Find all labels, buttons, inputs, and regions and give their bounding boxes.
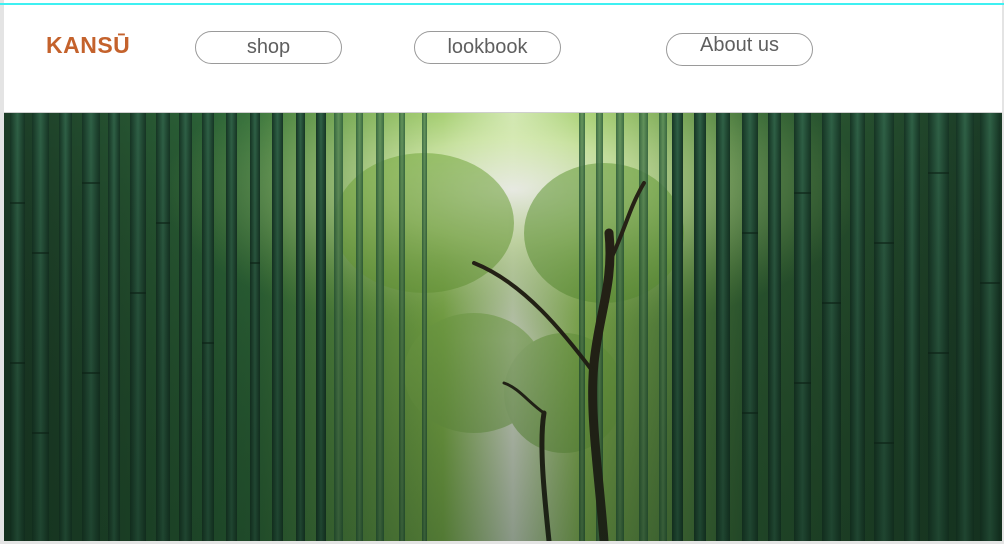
nav-shop-button[interactable]: shop <box>195 31 342 64</box>
site-header: KANSŪ shop lookbook About us <box>4 5 1002 113</box>
nav-lookbook-button[interactable]: lookbook <box>414 31 561 64</box>
bamboo-illustration <box>4 113 1002 541</box>
hero-bamboo-image <box>4 113 1002 541</box>
nav-about-button[interactable]: About us <box>666 33 813 66</box>
brand-logo[interactable]: KANSŪ <box>46 32 130 59</box>
